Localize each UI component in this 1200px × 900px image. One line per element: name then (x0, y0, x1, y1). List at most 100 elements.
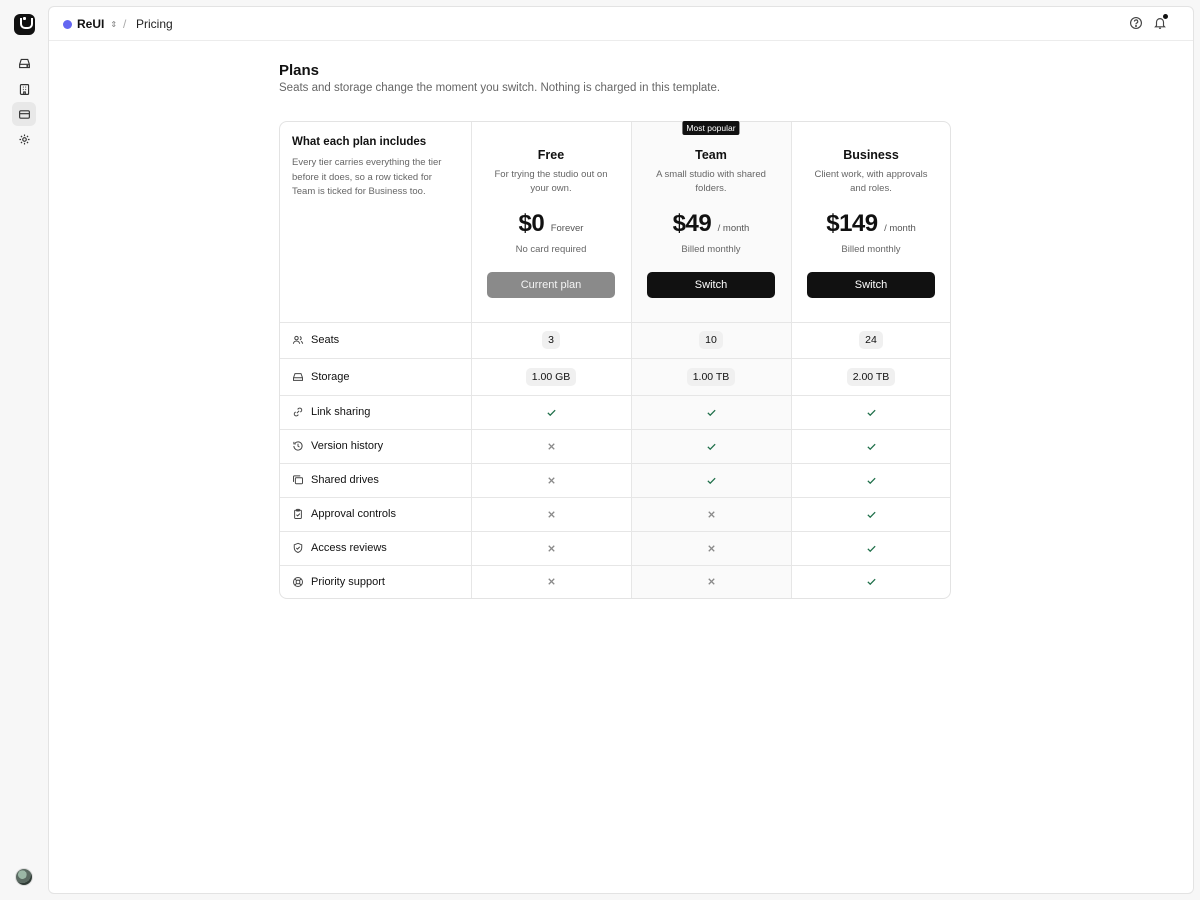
feature-cell: 3 (471, 322, 631, 358)
plan-name: Free (537, 148, 565, 162)
cross-icon (707, 544, 715, 552)
feature-cell: 2.00 TB (791, 358, 951, 395)
plan-period: / month (884, 223, 916, 234)
drive-icon (18, 58, 30, 68)
plan-card-business: Business Client work, with approvals and… (791, 122, 951, 322)
plan-billing: No card required (515, 244, 587, 255)
feature-label: Access reviews (292, 531, 387, 565)
feature-label: Version history (292, 429, 383, 463)
feature-cell (471, 565, 631, 598)
workspace-dot-icon (63, 19, 72, 29)
feature-cell (791, 395, 951, 429)
feature-cell (471, 497, 631, 531)
row-divider (280, 322, 950, 323)
row-divider (280, 565, 950, 566)
feature-cell (791, 565, 951, 598)
cross-icon (547, 476, 555, 484)
plan-price-row: $149 / month (791, 210, 951, 238)
feature-label: Storage (292, 358, 350, 395)
rail-drive-button[interactable] (12, 51, 36, 75)
page-title: Plans (279, 62, 320, 79)
feature-label-text: Access reviews (311, 542, 387, 554)
plan-description: Client work, with approvals and roles. (814, 169, 928, 194)
notifications-button[interactable] (1153, 14, 1168, 30)
chevron-up-down-icon: ⇕ (110, 19, 118, 29)
row-divider (280, 395, 950, 396)
gear-icon (18, 133, 30, 145)
feature-cell (791, 429, 951, 463)
check-icon (866, 477, 876, 484)
plan-card-free: Free For trying the studio out on your o… (471, 122, 631, 322)
user-avatar[interactable] (15, 868, 33, 886)
cross-icon (547, 442, 555, 450)
feature-cell (791, 497, 951, 531)
feature-cell (471, 531, 631, 565)
check-icon (866, 511, 876, 518)
rail-billing-button[interactable] (12, 102, 36, 126)
feature-label: Priority support (292, 565, 385, 598)
feature-cell (471, 463, 631, 497)
row-divider (280, 429, 950, 430)
notification-dot (1163, 14, 1168, 19)
breadcrumb-current: Pricing (136, 17, 173, 31)
value-pill: 2.00 TB (846, 367, 896, 386)
feature-cell (631, 497, 791, 531)
plan-price: $49 (672, 210, 712, 237)
feature-cell (471, 395, 631, 429)
app-logo-icon[interactable] (14, 14, 35, 35)
workspace-switcher[interactable]: ReUI ⇕ (63, 17, 117, 31)
cross-icon (547, 544, 555, 552)
plan-price-row: $49 / month (631, 210, 791, 238)
intro-title: What each plan includes (292, 136, 427, 148)
check-icon (546, 409, 556, 416)
plan-description: A small studio with shared folders. (656, 169, 766, 194)
plan-period: Forever (550, 223, 584, 234)
feature-cell: 24 (791, 322, 951, 358)
lifebuoy-icon (293, 576, 303, 587)
workspace-name: ReUI (77, 17, 105, 31)
feature-label-text: Shared drives (311, 474, 379, 486)
rail-building-button[interactable] (12, 77, 36, 101)
plan-price: $149 (826, 210, 878, 237)
row-divider (280, 358, 950, 359)
current-plan-button[interactable]: Current plan (487, 272, 615, 298)
intro-text: Every tier carries everything the tier b… (292, 157, 442, 197)
check-icon (866, 545, 876, 552)
feature-label-text: Approval controls (311, 508, 396, 520)
feature-cell: 1.00 TB (631, 358, 791, 395)
cross-icon (547, 510, 555, 518)
feature-label-text: Storage (311, 370, 350, 383)
plan-billing: Billed monthly (681, 244, 741, 255)
plan-description: For trying the studio out on your own. (494, 169, 608, 194)
help-icon (1130, 17, 1142, 29)
feature-cell (791, 531, 951, 565)
switch-business-button[interactable]: Switch (807, 272, 935, 298)
check-icon (706, 477, 716, 484)
feature-label: Shared drives (292, 463, 379, 497)
rail-settings-button[interactable] (12, 127, 36, 151)
help-button[interactable] (1129, 16, 1143, 30)
most-popular-badge: Most popular (682, 121, 740, 135)
switch-team-button[interactable]: Switch (647, 272, 775, 298)
app-rail (0, 0, 48, 900)
feature-cell: 10 (631, 322, 791, 358)
column-divider (791, 122, 792, 598)
check-icon (866, 409, 876, 416)
plan-price: $0 (518, 210, 545, 237)
pricing-table: What each plan includes Every tier carri… (279, 121, 951, 599)
plan-card-team: Most popular Team A small studio with sh… (631, 121, 791, 322)
cross-icon (707, 510, 715, 518)
history-icon (293, 441, 303, 451)
feature-cell: 1.00 GB (471, 358, 631, 395)
row-divider (280, 497, 950, 498)
row-divider (280, 531, 950, 532)
credit-card-icon (18, 109, 30, 119)
value-pill: 1.00 TB (686, 367, 736, 386)
check-icon (866, 578, 876, 586)
value-pill: 10 (699, 331, 723, 349)
users-icon (292, 335, 304, 344)
value-pill: 3 (542, 331, 560, 349)
plan-billing: Billed monthly (841, 244, 901, 255)
feature-label-text: Seats (311, 334, 340, 346)
plan-name: Business (843, 148, 899, 162)
